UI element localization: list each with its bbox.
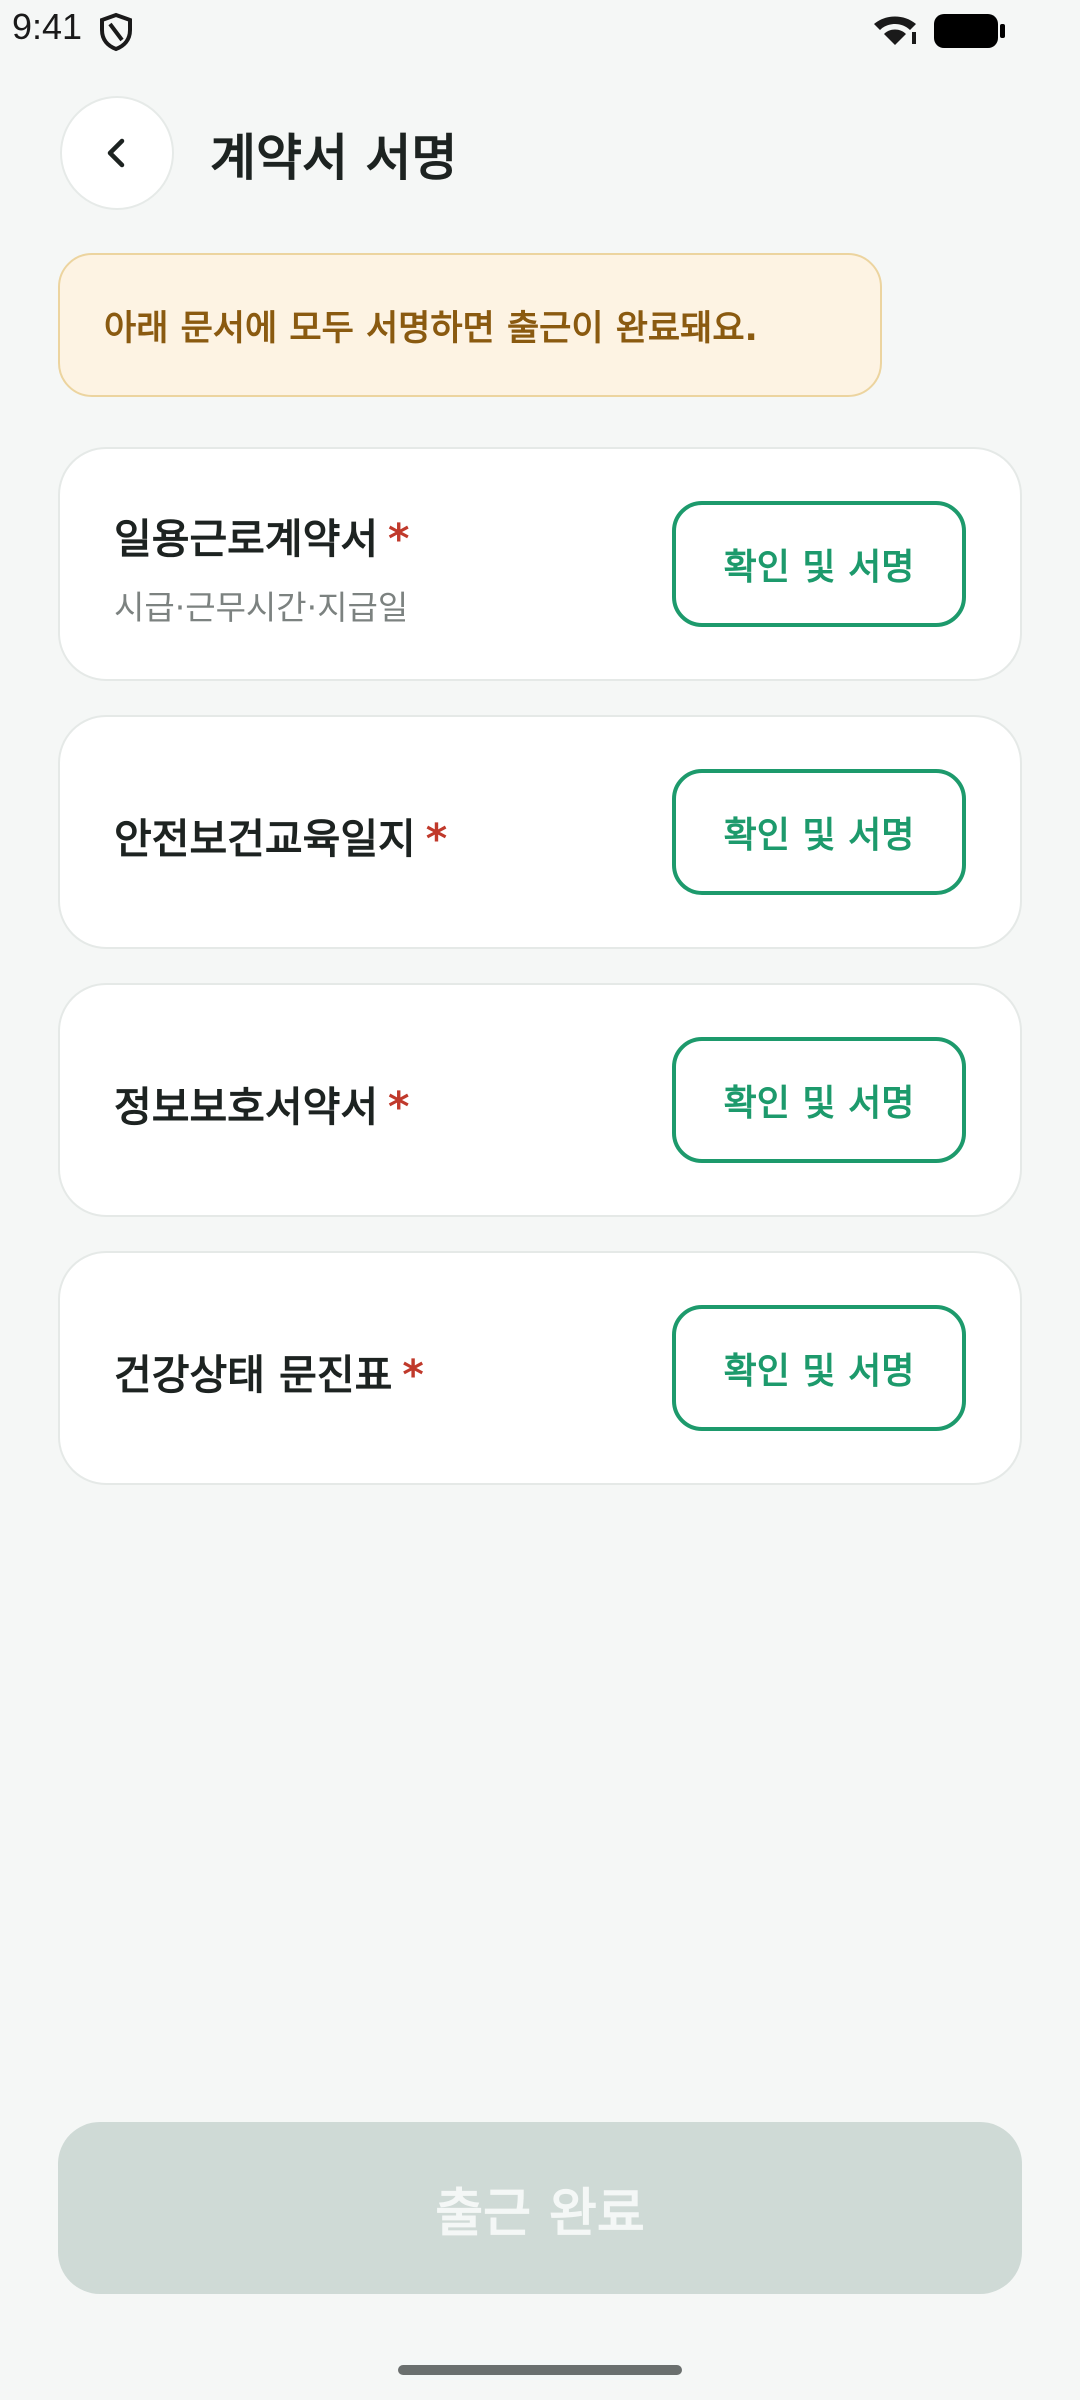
document-title: 일용근로계약서 * <box>114 505 410 565</box>
document-title: 정보보호서약서 * <box>114 1073 410 1133</box>
confirm-sign-button[interactable]: 확인 및 서명 <box>672 1305 966 1431</box>
required-mark: * <box>425 815 448 863</box>
document-card-safety-education: 안전보건교육일지 * 확인 및 서명 <box>58 715 1022 949</box>
status-time: 9:41 <box>12 6 83 47</box>
document-title-text: 일용근로계약서 <box>114 515 379 563</box>
complete-checkin-button[interactable]: 출근 완료 <box>58 2122 1022 2294</box>
notice-text: 아래 문서에 모두 서명하면 출근이 완료돼요. <box>104 308 758 349</box>
shield-icon <box>100 12 132 52</box>
confirm-sign-button[interactable]: 확인 및 서명 <box>672 501 966 627</box>
status-bar: 9:41 <box>0 0 1080 64</box>
document-card-privacy-pledge: 정보보호서약서 * 확인 및 서명 <box>58 983 1022 1217</box>
required-mark: * <box>388 515 410 563</box>
battery-icon <box>934 14 1005 48</box>
document-title: 건강상태 문진표 * <box>114 1341 424 1401</box>
confirm-sign-button[interactable]: 확인 및 서명 <box>672 769 966 895</box>
document-title-text: 정보보호서약서 <box>114 1083 379 1131</box>
page-title: 계약서 서명 <box>210 129 458 187</box>
document-title: 안전보건교육일지 * <box>114 805 447 865</box>
required-mark: * <box>388 1083 410 1131</box>
document-card-labor-contract: 일용근로계약서 * 시급·근무시간·지급일 확인 및 서명 <box>58 447 1022 681</box>
confirm-sign-button[interactable]: 확인 및 서명 <box>672 1037 966 1163</box>
chevron-left-icon <box>107 138 125 168</box>
document-title-text: 안전보건교육일지 <box>114 815 416 863</box>
notice-banner: 아래 문서에 모두 서명하면 출근이 완료돼요. <box>58 253 882 397</box>
wifi-icon <box>874 16 916 45</box>
back-button[interactable] <box>60 96 174 210</box>
document-card-health-questionnaire: 건강상태 문진표 * 확인 및 서명 <box>58 1251 1022 1485</box>
document-subtitle: 시급·근무시간·지급일 <box>114 588 409 627</box>
required-mark: * <box>402 1351 424 1399</box>
document-title-text: 건강상태 문진표 <box>114 1351 393 1399</box>
home-indicator[interactable] <box>398 2365 682 2375</box>
